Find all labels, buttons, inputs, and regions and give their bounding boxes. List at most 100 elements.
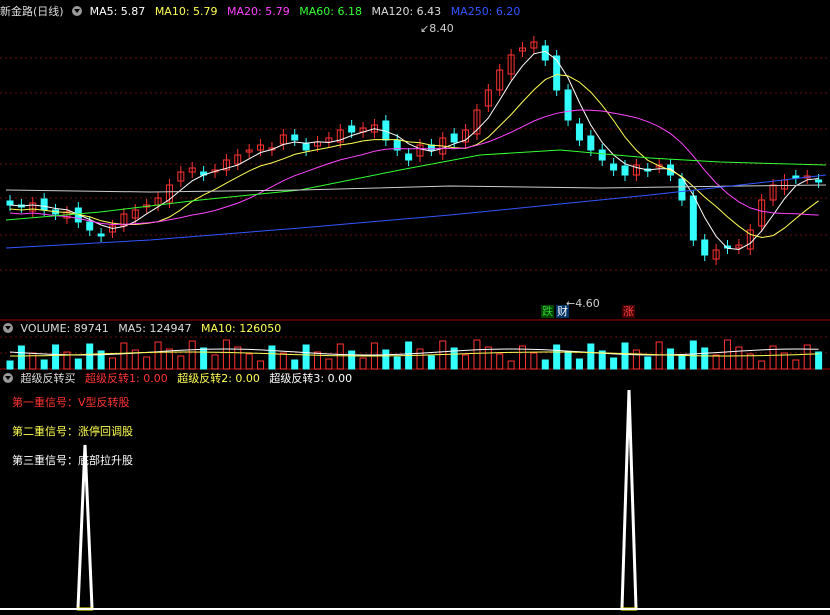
volume-label: VOLUME: 89741 — [20, 322, 109, 335]
volume-bar — [667, 348, 675, 370]
volume-bar — [154, 341, 162, 370]
candle-body — [564, 89, 572, 121]
candle-body — [97, 233, 105, 237]
volume-bar — [735, 346, 743, 370]
volume-bar — [120, 342, 128, 370]
candle-body — [587, 135, 595, 151]
volume-bar — [689, 340, 697, 370]
volume-bar — [314, 351, 321, 370]
candle-body — [598, 149, 606, 161]
candle-body — [553, 55, 561, 91]
ma20-label: MA20: 5.79 — [227, 5, 290, 18]
volume-bar — [416, 348, 424, 370]
candle-body — [621, 165, 629, 176]
volume-bar — [792, 359, 800, 370]
volume-bar — [52, 344, 60, 370]
volume-bar — [257, 360, 265, 370]
volume-bar — [484, 346, 492, 370]
volume-bar — [815, 351, 823, 370]
candle-body — [701, 239, 709, 256]
volume-bar — [724, 339, 731, 370]
ma120-label: MA120: 6.43 — [371, 5, 442, 18]
volume-bar — [553, 344, 561, 370]
signal-text: V型反转股 — [78, 396, 130, 409]
candle-body — [689, 195, 697, 241]
candle-body — [86, 221, 94, 231]
ma5-label: MA5: 5.87 — [89, 5, 146, 18]
volume-bar — [200, 347, 208, 370]
dropdown-icon[interactable] — [72, 6, 83, 16]
volume-bar — [621, 342, 629, 370]
volume-bar — [188, 340, 196, 370]
volume-bar — [655, 341, 663, 370]
signal-line-2: 第二重信号：涨停回调股 — [12, 423, 133, 439]
volume-bar — [644, 356, 652, 370]
signal-text: 底部拉升股 — [78, 454, 133, 467]
volume-bar — [701, 347, 709, 370]
volume-bar — [587, 343, 595, 370]
candle-body — [450, 133, 458, 143]
signal3-label: 超级反转3: 0.00 — [269, 372, 353, 385]
ma10-line — [9, 74, 819, 239]
volume-bar — [325, 358, 333, 370]
badge-die[interactable]: 跌 — [541, 305, 554, 318]
volume-bar — [359, 357, 367, 370]
price-chart[interactable] — [0, 0, 830, 615]
ma60-line — [5, 149, 827, 221]
volume-bar — [222, 339, 230, 370]
signal1-label: 超级反转1: 0.00 — [85, 372, 168, 385]
volume-bar — [279, 352, 287, 370]
signal-line-1: 第一重信号：V型反转股 — [12, 394, 130, 410]
candle-body — [610, 163, 618, 171]
ma60-label: MA60: 6.18 — [299, 5, 362, 18]
volume-bar — [177, 355, 185, 370]
volume-bar — [17, 345, 25, 370]
volume-bar — [678, 355, 686, 370]
ma5-line — [9, 50, 819, 251]
candle-body — [348, 125, 356, 133]
ma250-line — [5, 174, 827, 249]
volume-bar — [291, 359, 299, 370]
volume-bar — [462, 354, 470, 370]
volume-bar — [234, 346, 242, 370]
volume-bar — [393, 356, 401, 370]
ma120-line — [5, 184, 827, 193]
badge-cai[interactable]: 财 — [556, 305, 569, 318]
candle-body — [6, 200, 14, 206]
volume-bar — [712, 354, 720, 370]
badge-zhang[interactable]: 涨 — [622, 305, 635, 318]
candle-body — [291, 134, 299, 141]
dropdown-icon[interactable] — [3, 373, 13, 383]
candle-body — [792, 175, 800, 179]
signal-line-3: 第三重信号：底部拉升股 — [12, 452, 133, 468]
signal-prefix: 第三重信号： — [12, 454, 78, 467]
candle-body — [405, 153, 413, 161]
signal-prefix: 第二重信号： — [12, 425, 78, 438]
signal-spike — [620, 389, 638, 609]
volume-bar — [610, 357, 618, 370]
volume-bar — [758, 360, 766, 370]
candle-body — [678, 178, 686, 201]
volume-bar — [496, 353, 504, 370]
signal-indicator-title: 超级反转买 — [20, 372, 76, 385]
volume-bar — [211, 354, 219, 370]
ma10-label: MA10: 5.79 — [154, 5, 218, 18]
volume-bar — [74, 358, 82, 370]
main-chart-header: 新金路(日线) MA5: 5.87 MA10: 5.79 MA20: 5.79 … — [0, 4, 526, 20]
volume-bar — [40, 359, 48, 370]
dropdown-icon[interactable] — [3, 323, 13, 333]
volume-bar — [6, 360, 14, 370]
volume-bar — [564, 351, 572, 370]
volume-header: VOLUME: 89741 MA5: 124947 MA10: 126050 — [0, 321, 287, 337]
volume-bar — [268, 345, 276, 370]
signal-prefix: 第一重信号： — [12, 396, 78, 409]
volume-bar — [507, 360, 515, 370]
candle-body — [40, 198, 48, 211]
signal-spike — [76, 444, 94, 609]
signal2-label: 超级反转2: 0.00 — [177, 372, 260, 385]
volume-bar — [245, 353, 253, 370]
volume-bar — [530, 352, 538, 370]
volume-bar — [575, 358, 583, 370]
volume-bar — [473, 339, 481, 370]
ma250-label: MA250: 6.20 — [450, 5, 521, 18]
